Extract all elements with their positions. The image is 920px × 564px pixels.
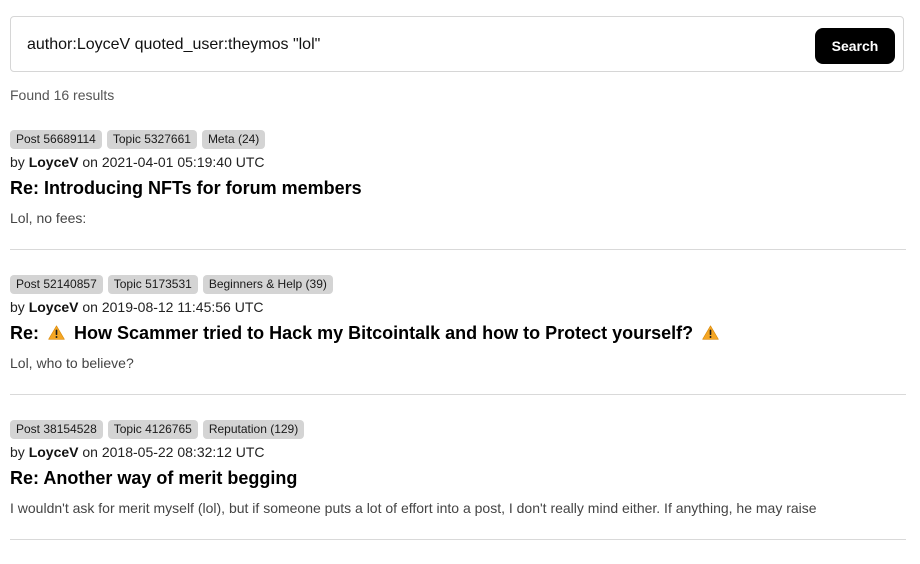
result-item: Post 38154528 Topic 4126765 Reputation (… — [10, 419, 906, 540]
search-button[interactable]: Search — [815, 28, 895, 64]
result-badges: Post 38154528 Topic 4126765 Reputation (… — [10, 419, 906, 439]
title-prefix: Re: — [10, 323, 40, 343]
result-badges: Post 52140857 Topic 5173531 Beginners & … — [10, 274, 906, 294]
post-date: 2021-04-01 05:19:40 UTC — [101, 154, 265, 170]
board-badge[interactable]: Reputation (129) — [202, 419, 305, 439]
result-title[interactable]: Re: Introducing NFTs for forum members — [10, 177, 906, 199]
board-badge[interactable]: Beginners & Help (39) — [202, 274, 333, 294]
search-box: Search — [10, 16, 904, 72]
result-title[interactable]: Re: Another way of merit begging — [10, 467, 906, 489]
by-label: by — [10, 299, 25, 315]
by-label: by — [10, 154, 25, 170]
result-item: Post 56689114 Topic 5327661 Meta (24) by… — [10, 129, 906, 250]
result-excerpt: Lol, no fees: — [10, 210, 87, 226]
result-byline: by LoyceV on 2019-08-12 11:45:56 UTC — [10, 299, 906, 316]
board-badge[interactable]: Meta (24) — [201, 129, 266, 149]
topic-badge[interactable]: Topic 5173531 — [107, 274, 198, 294]
warning-icon — [48, 325, 65, 340]
author-link[interactable]: LoyceV — [29, 154, 79, 170]
on-label: on — [82, 444, 98, 460]
result-byline: by LoyceV on 2018-05-22 08:32:12 UTC — [10, 444, 906, 461]
results-count: Found 16 results — [10, 87, 115, 103]
by-label: by — [10, 444, 25, 460]
on-label: on — [82, 299, 98, 315]
result-badges: Post 56689114 Topic 5327661 Meta (24) — [10, 129, 906, 149]
warning-icon — [702, 325, 719, 340]
title-text: How Scammer tried to Hack my Bitcointalk… — [74, 323, 694, 343]
topic-badge[interactable]: Topic 4126765 — [107, 419, 198, 439]
result-byline: by LoyceV on 2021-04-01 05:19:40 UTC — [10, 154, 906, 171]
author-link[interactable]: LoyceV — [29, 444, 79, 460]
result-title[interactable]: Re: How Scammer tried to Hack my Bitcoin… — [10, 322, 906, 344]
author-link[interactable]: LoyceV — [29, 299, 79, 315]
post-badge[interactable]: Post 56689114 — [10, 129, 102, 149]
on-label: on — [82, 154, 98, 170]
result-excerpt: Lol, who to believe? — [10, 355, 134, 371]
post-badge[interactable]: Post 38154528 — [10, 419, 103, 439]
result-item: Post 52140857 Topic 5173531 Beginners & … — [10, 274, 906, 395]
result-excerpt: I wouldn't ask for merit myself (lol), b… — [10, 500, 817, 516]
post-date: 2018-05-22 08:32:12 UTC — [101, 444, 265, 460]
post-date: 2019-08-12 11:45:56 UTC — [101, 299, 264, 315]
search-input[interactable] — [21, 27, 823, 63]
post-badge[interactable]: Post 52140857 — [10, 274, 103, 294]
topic-badge[interactable]: Topic 5327661 — [106, 129, 197, 149]
results-list: Post 56689114 Topic 5327661 Meta (24) by… — [10, 129, 906, 564]
